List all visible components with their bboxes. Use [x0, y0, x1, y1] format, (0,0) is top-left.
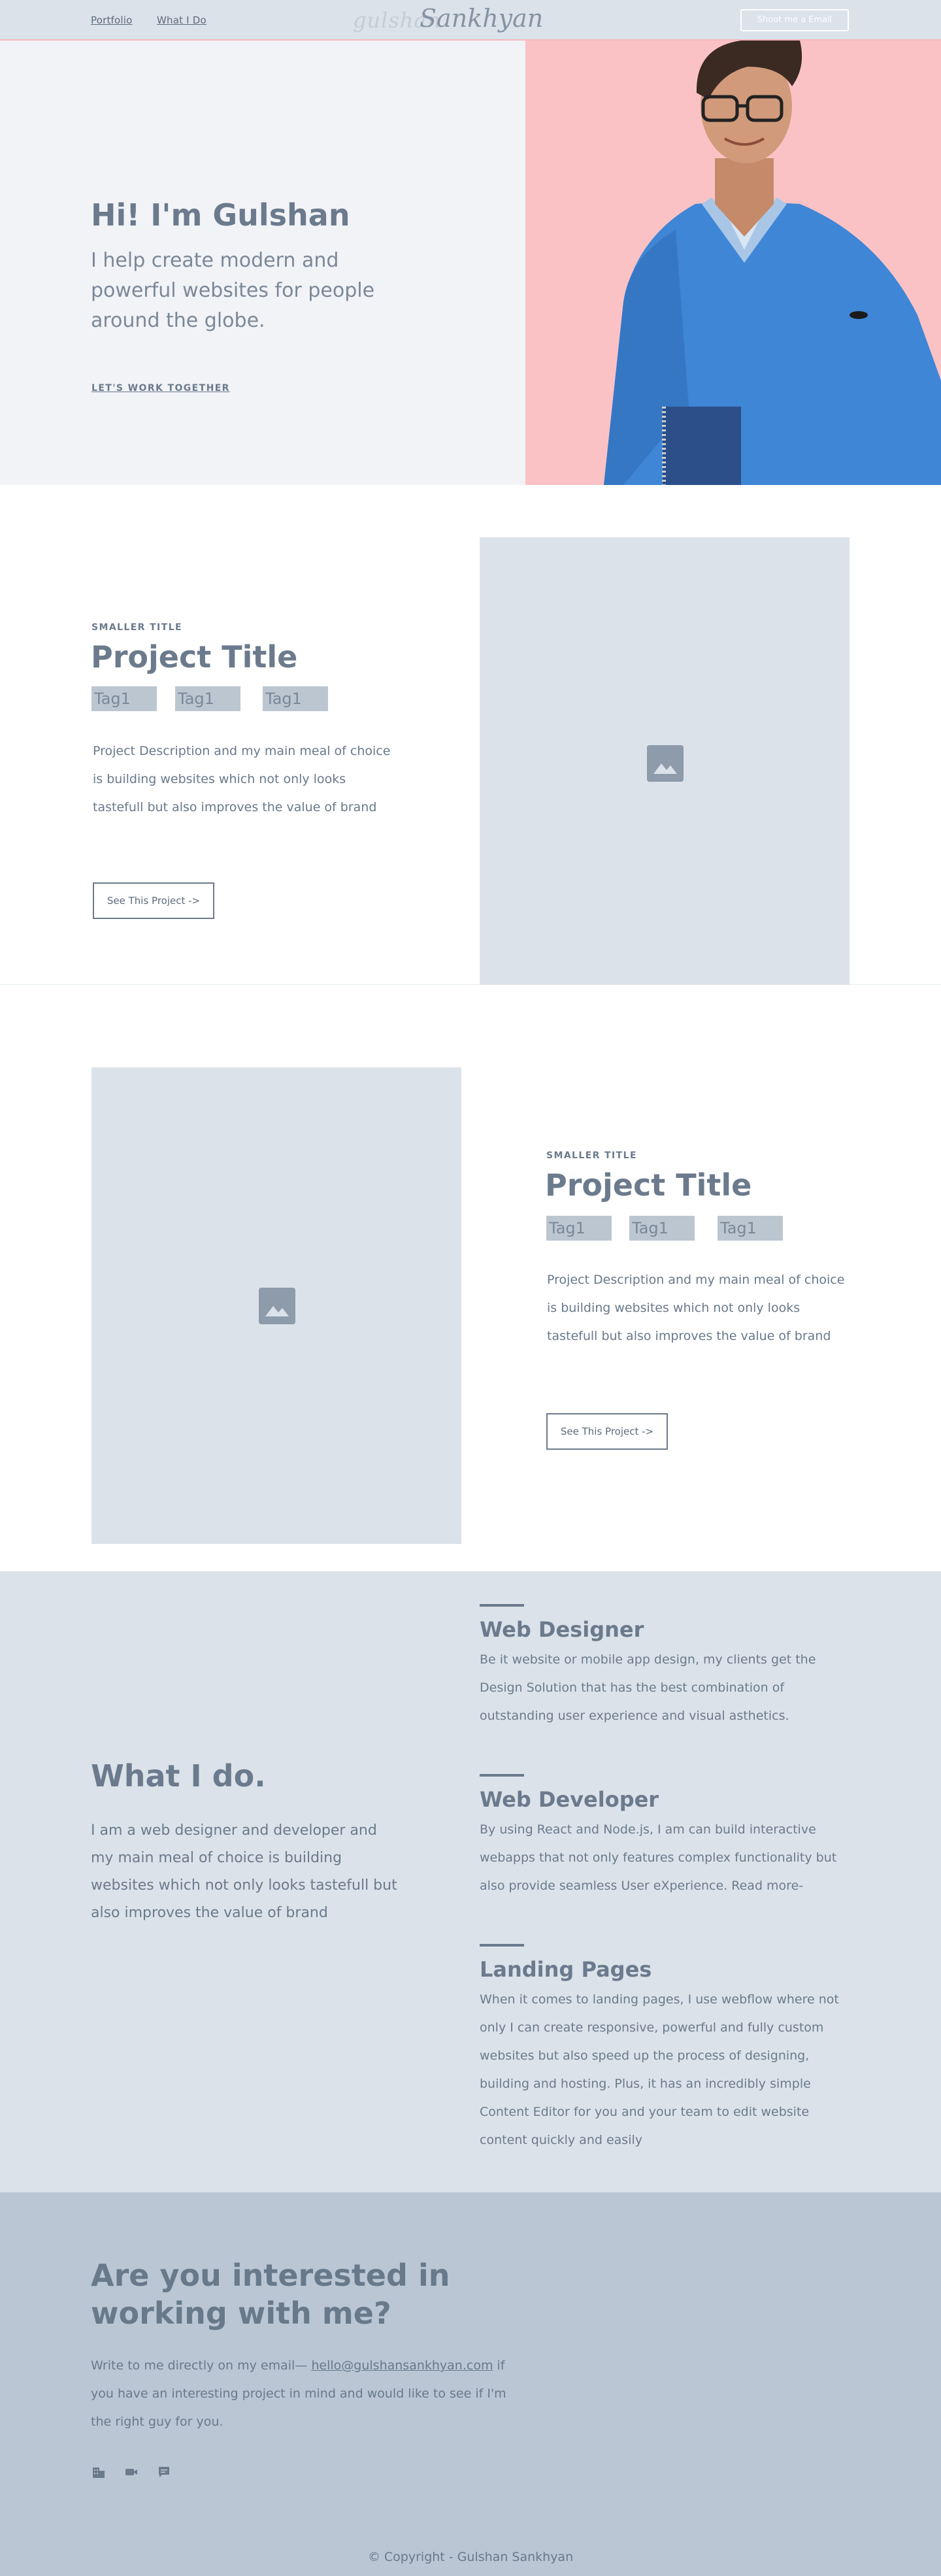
project-tag: Tag1 [91, 686, 157, 711]
email-link[interactable]: hello@gulshansankhyan.com [311, 2358, 493, 2373]
chat-icon[interactable] [157, 2465, 171, 2479]
nav-link-portfolio[interactable]: Portfolio [91, 14, 133, 26]
hero-portrait-panel [525, 41, 941, 485]
service-accent-bar [480, 1604, 524, 1607]
see-project-button[interactable]: See This Project -> [546, 1413, 668, 1450]
image-icon [259, 1288, 295, 1324]
project-image-placeholder [91, 1067, 461, 1544]
service-title: Web Developer [480, 1787, 659, 1812]
work-together-link[interactable]: LET'S WORK TOGETHER [91, 383, 230, 393]
contact-text: Write to me directly on my email— hello@… [91, 2352, 522, 2436]
project-tag: Tag1 [718, 1216, 783, 1241]
project-title: Project Title [91, 639, 298, 675]
service-description: Be it website or mobile app design, my c… [480, 1652, 816, 1723]
what-i-do-section: What I do. I am a web designer and devel… [0, 1571, 941, 2192]
service-title: Landing Pages [480, 1957, 652, 1982]
contact-section: Are you interested in working with me? W… [0, 2192, 941, 2576]
see-project-button[interactable]: See This Project -> [93, 882, 214, 919]
image-icon [647, 745, 684, 782]
hero-subtitle: I help create modern and powerful websit… [91, 249, 375, 332]
project-image-placeholder [480, 537, 850, 984]
what-i-do-description: I am a web designer and developer and my… [91, 1822, 397, 1921]
project-tag: Tag1 [629, 1216, 695, 1241]
project-tag: Tag1 [546, 1216, 612, 1241]
service-title: Web Designer [480, 1617, 644, 1642]
project-small-title: SMALLER TITLE [91, 622, 182, 633]
what-i-do-title: What I do. [91, 1758, 266, 1794]
email-button[interactable]: Shoot me a Email [740, 9, 849, 31]
service-description: When it comes to landing pages, I use we… [480, 1992, 839, 2147]
project-card-1: SMALLER TITLE Project Title Tag1 Tag1 Ta… [0, 485, 941, 984]
logo-last-name: Sankhyan [420, 4, 544, 33]
contact-text-intro: Write to me directly on my email— [91, 2358, 312, 2373]
project-card-2: SMALLER TITLE Project Title Tag1 Tag1 Ta… [0, 985, 941, 1571]
hero-intro: Hi! I'm Gulshan I help create modern and… [0, 41, 525, 485]
service-accent-bar [480, 1944, 524, 1947]
contact-title: Are you interested in working with me? [91, 2258, 450, 2331]
project-tag: Tag1 [175, 686, 240, 711]
project-title: Project Title [545, 1167, 752, 1203]
project-small-title: SMALLER TITLE [546, 1150, 637, 1161]
hero-title: Hi! I'm Gulshan [91, 197, 350, 233]
top-navbar: Portfolio What I Do gulshan Sankhyan Sho… [0, 0, 941, 41]
project-tag: Tag1 [263, 686, 328, 711]
service-description: By using React and Node.js, I am can bui… [480, 1822, 837, 1893]
portrait-photo [604, 41, 941, 485]
nav-link-what-i-do[interactable]: What I Do [157, 14, 206, 26]
video-icon[interactable] [124, 2465, 139, 2479]
building-icon[interactable] [91, 2465, 106, 2479]
project-description: Project Description and my main meal of … [547, 1273, 845, 1343]
project-description: Project Description and my main meal of … [93, 744, 391, 814]
site-logo[interactable]: gulshan Sankhyan [353, 1, 543, 38]
service-accent-bar [480, 1774, 524, 1777]
copyright-text: © Copyright - Gulshan Sankhyan [367, 2550, 574, 2564]
